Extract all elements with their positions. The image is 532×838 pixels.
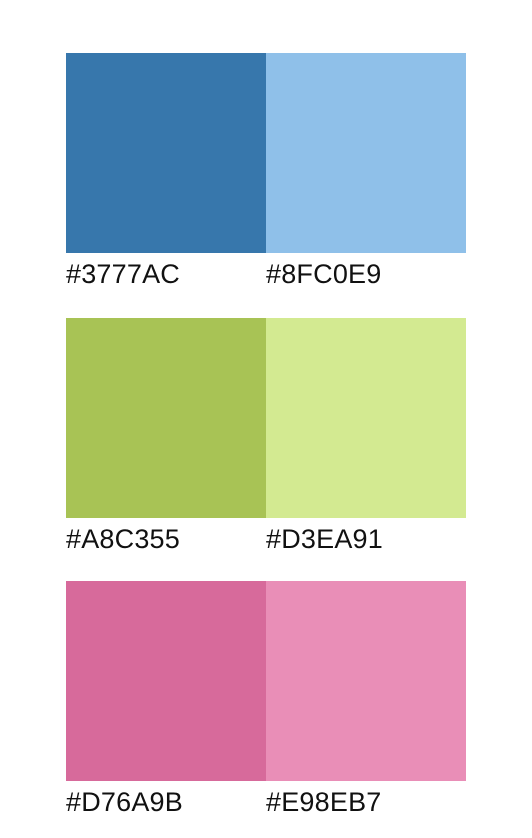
palette-row-blue: #3777AC #8FC0E9 [66,53,466,289]
color-swatch [266,53,466,253]
hex-label: #A8C355 [66,524,180,554]
color-swatch [266,318,466,518]
hex-label: #D3EA91 [266,524,383,554]
hex-label: #E98EB7 [266,787,382,817]
palette-row-green: #A8C355 #D3EA91 [66,318,466,554]
color-swatch [66,318,266,518]
palette-row-pink: #D76A9B #E98EB7 [66,581,466,817]
color-swatch [266,581,466,781]
color-swatch [66,581,266,781]
hex-label: #D76A9B [66,787,183,817]
color-swatch [66,53,266,253]
hex-label: #3777AC [66,259,180,289]
hex-label: #8FC0E9 [266,259,382,289]
